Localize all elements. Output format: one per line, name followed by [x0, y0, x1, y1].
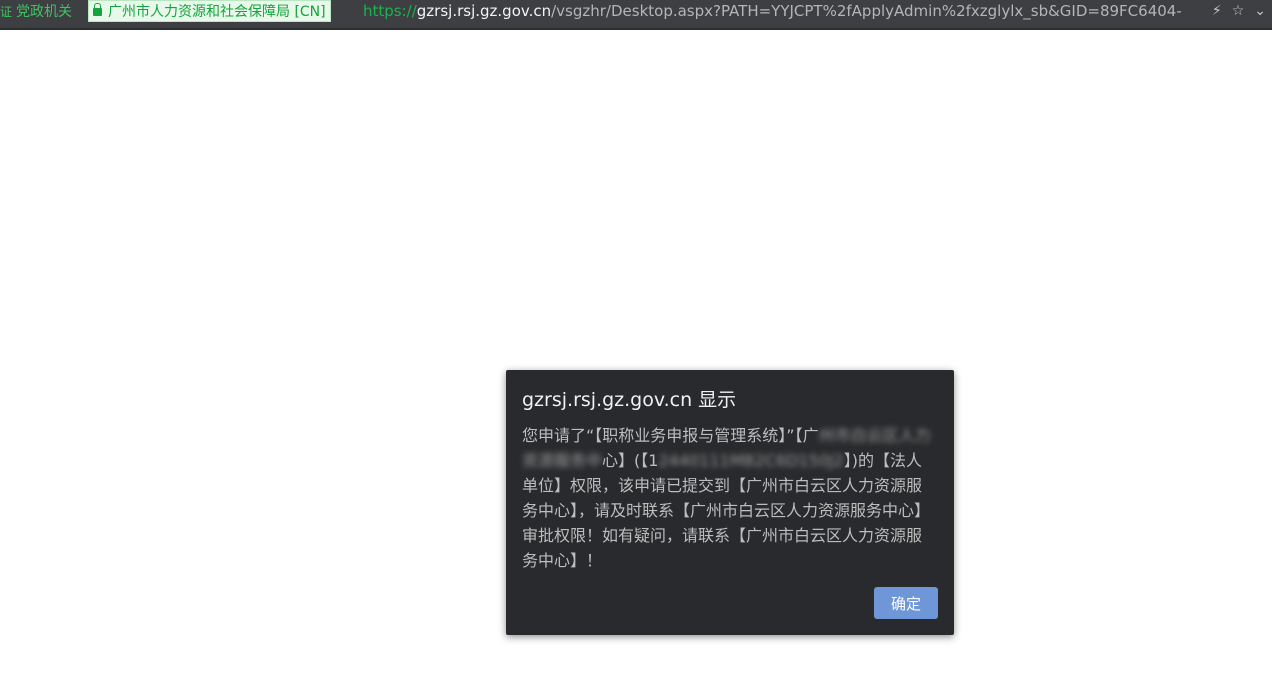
gov-shield-icon: 证: [0, 4, 13, 19]
star-icon[interactable]: ☆: [1232, 3, 1245, 19]
gov-site-badge[interactable]: 证 党政机关: [0, 0, 78, 22]
alert-dialog: gzrsj.rsj.gz.gov.cn 显示 您申请了“【职称业务申报与管理系统…: [506, 370, 954, 635]
dialog-message: 您申请了“【职称业务申报与管理系统】”【广州市白云区人力资源服务中心】(【124…: [522, 423, 934, 573]
dialog-title: gzrsj.rsj.gz.gov.cn 显示: [522, 389, 737, 411]
certificate-chip[interactable]: 广州市人力资源和社会保障局 [CN]: [88, 0, 331, 22]
browser-address-bar: 证 党政机关 广州市人力资源和社会保障局 [CN] https://gzrsj.…: [0, 0, 1272, 30]
lock-icon: [93, 3, 102, 16]
url-path: /vsgzhr/Desktop.aspx?PATH=YYJCPT%2fApply…: [551, 2, 1182, 20]
url-field[interactable]: https://gzrsj.rsj.gz.gov.cn/vsgzhr/Deskt…: [363, 0, 1198, 22]
dialog-actions: 确定: [874, 587, 938, 619]
url-scheme: https://: [363, 2, 417, 20]
url-host: gzrsj.rsj.gz.gov.cn: [416, 2, 552, 20]
redacted-text-2: 2440111MB2C6D150J2: [658, 451, 844, 470]
certificate-org-label: 广州市人力资源和社会保障局 [CN]: [108, 4, 326, 20]
message-text-1: 您申请了“【职称业务申报与管理系统】”【广: [522, 426, 819, 445]
gov-badge-label: 党政机关: [16, 4, 72, 20]
message-text-2: 心】(【1: [602, 451, 659, 470]
address-bar-actions: ⚡︎ ☆ ⌄: [1212, 0, 1266, 22]
lightning-icon[interactable]: ⚡︎: [1212, 3, 1222, 19]
ok-button[interactable]: 确定: [874, 587, 938, 619]
chevron-down-icon[interactable]: ⌄: [1254, 3, 1266, 19]
